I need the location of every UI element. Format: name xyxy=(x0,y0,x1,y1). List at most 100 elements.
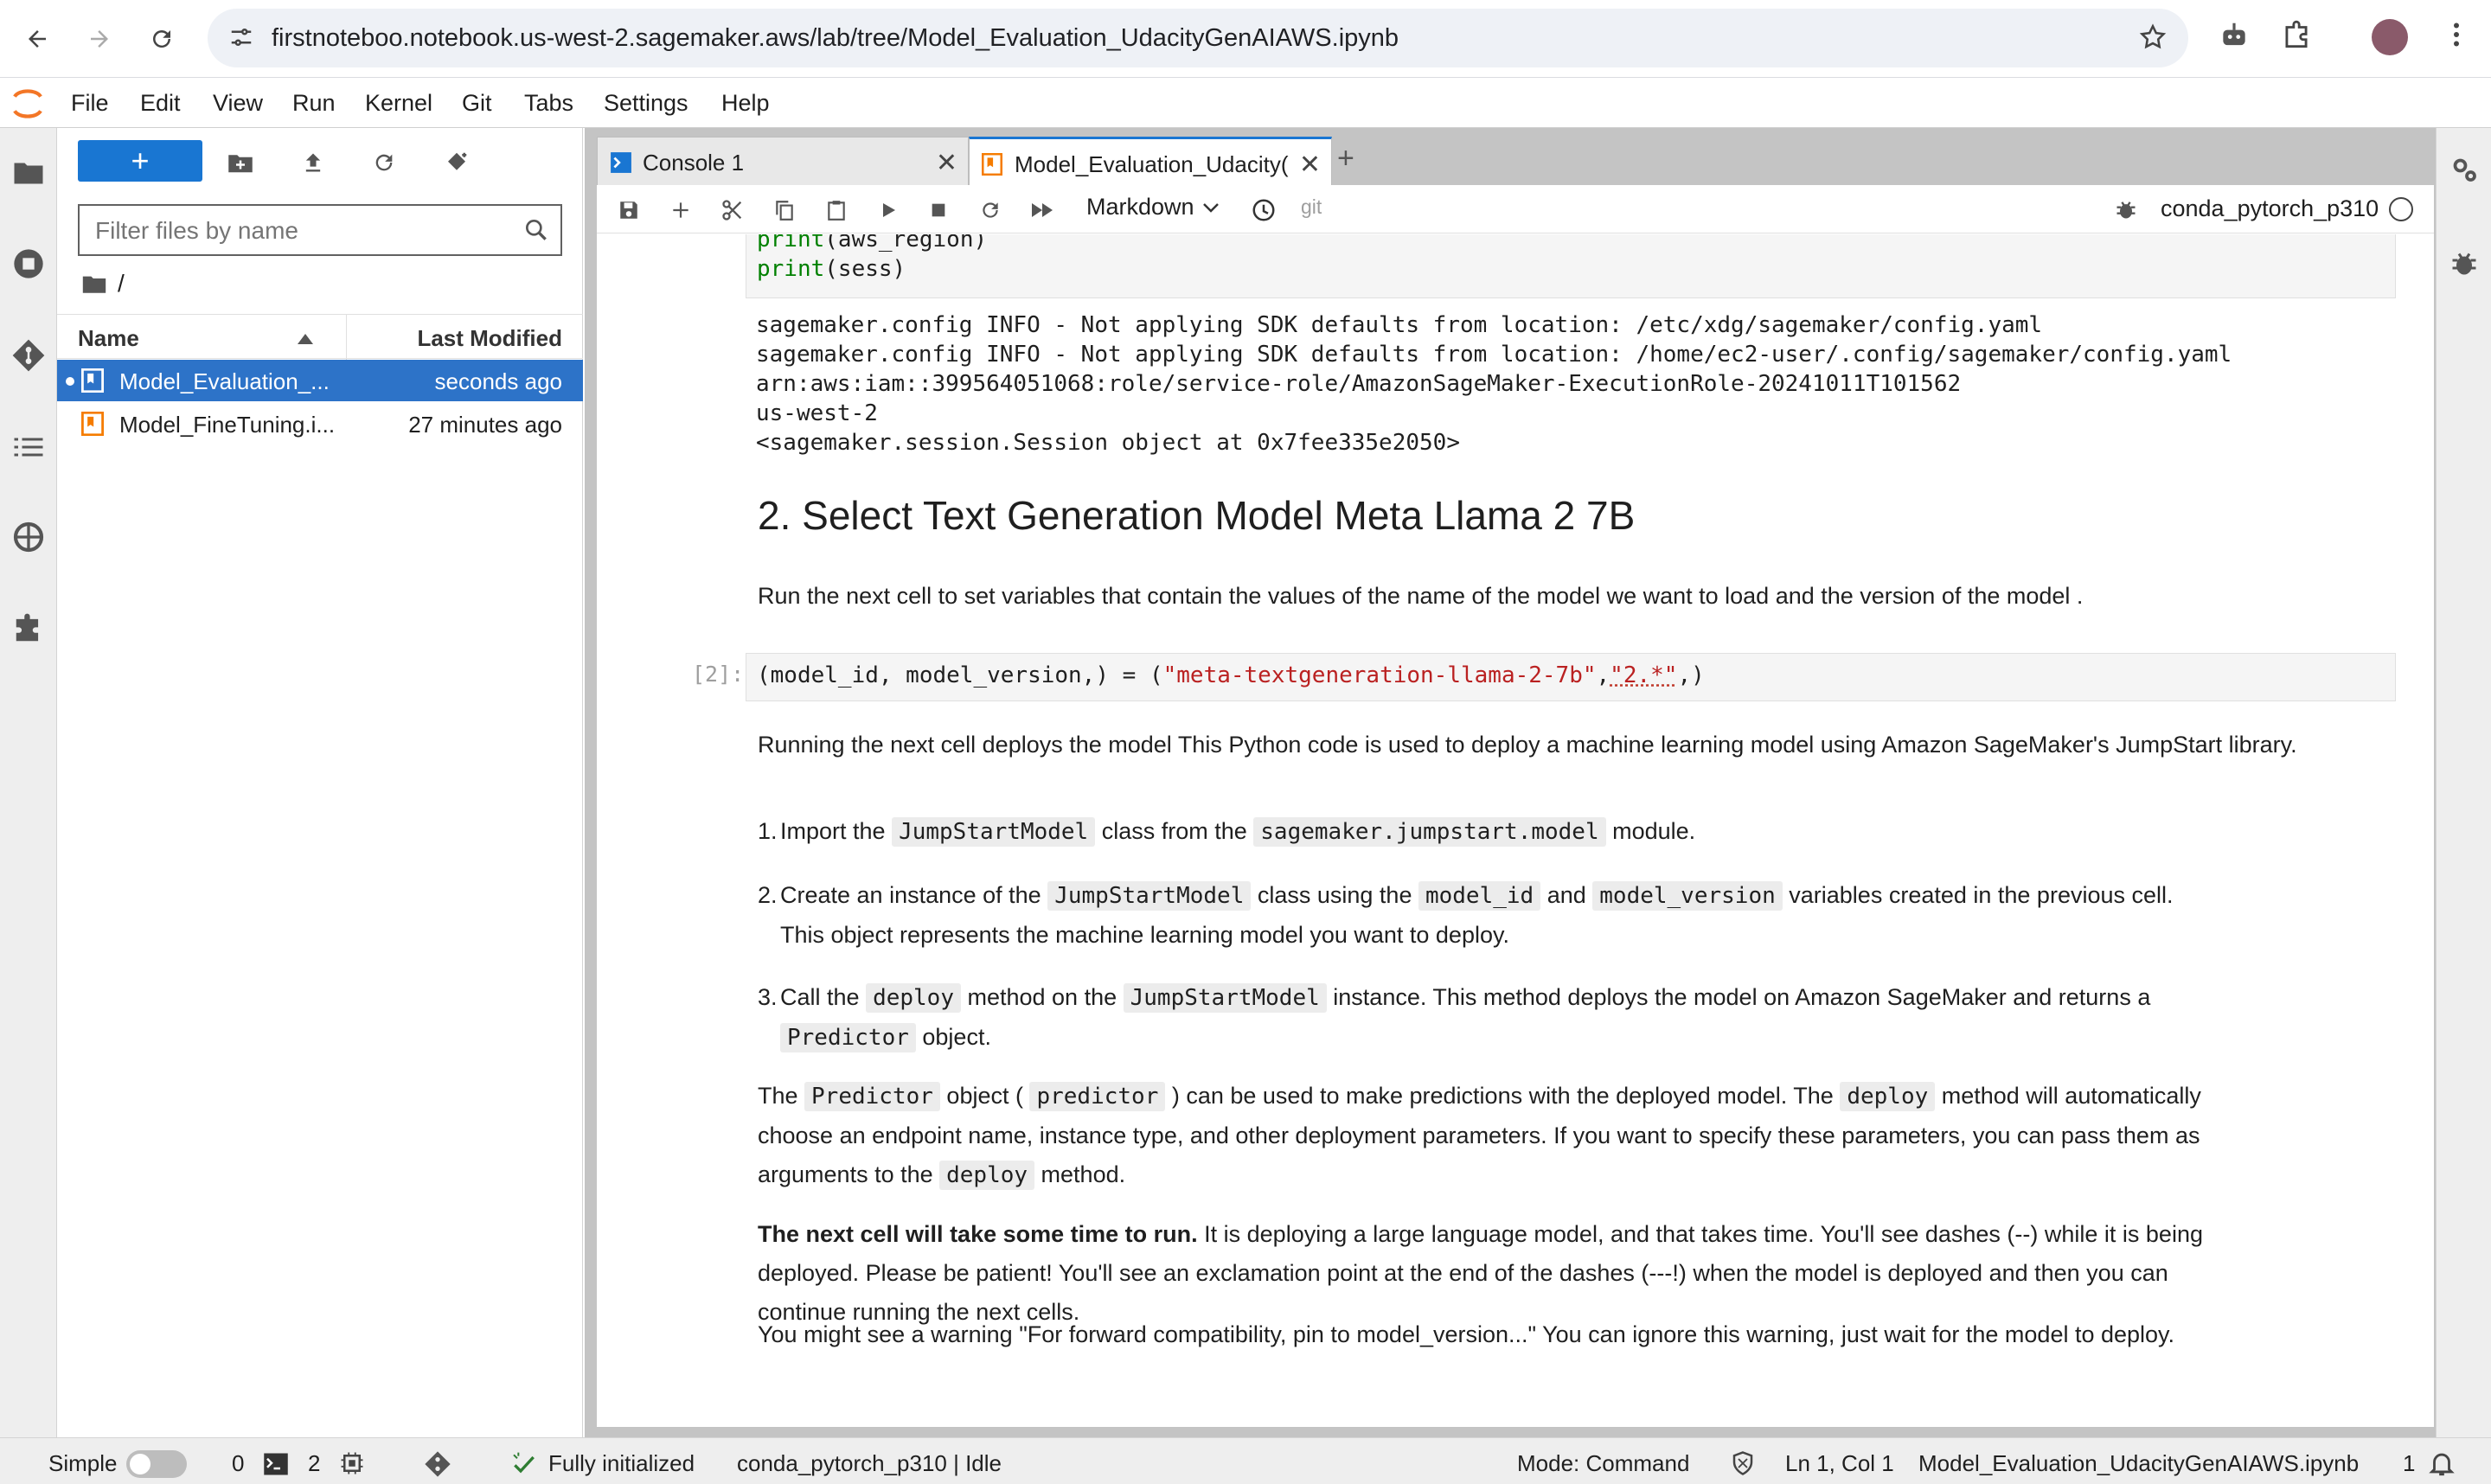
modified-dot xyxy=(66,377,74,386)
output-line: sagemaker.config INFO - Not applying SDK… xyxy=(756,312,2043,338)
security-shield-icon[interactable] xyxy=(1730,1450,1756,1476)
upload-button[interactable] xyxy=(298,147,329,178)
menu-tabs[interactable]: Tabs xyxy=(524,90,573,117)
bookmark-star-icon[interactable] xyxy=(2138,22,2168,52)
file-browser-tab[interactable] xyxy=(10,154,47,190)
code-text: (sess) xyxy=(824,256,906,282)
cell-type-select[interactable]: Markdown xyxy=(1086,194,1194,221)
notebook-cells[interactable]: print(aws_region) print(sess) sagemaker.… xyxy=(597,234,2422,1427)
interrupt-button[interactable] xyxy=(925,197,951,223)
main-work-area: Console 1 ✕ Model_Evaluation_Udacity( ✕ … xyxy=(585,128,2436,1437)
profile-avatar[interactable] xyxy=(2372,19,2408,55)
paste-button[interactable] xyxy=(823,197,849,223)
running-kernels-tab[interactable] xyxy=(10,246,47,282)
notebook-icon xyxy=(982,153,1002,176)
editor-mode: Mode: Command xyxy=(1517,1450,1690,1476)
notification-count[interactable]: 1 xyxy=(2403,1450,2415,1477)
tab-model-evaluation[interactable]: Model_Evaluation_Udacity( ✕ xyxy=(969,137,1332,187)
table-of-contents-tab[interactable] xyxy=(10,429,47,465)
forward-button[interactable] xyxy=(78,17,121,61)
site-settings-icon[interactable] xyxy=(228,24,254,50)
column-divider[interactable] xyxy=(346,315,347,360)
new-folder-button[interactable] xyxy=(225,147,256,178)
clipboard-icon xyxy=(828,201,845,221)
cursor-position[interactable]: Ln 1, Col 1 xyxy=(1785,1450,1894,1477)
menu-help[interactable]: Help xyxy=(721,90,770,117)
insert-cell-button[interactable] xyxy=(668,197,694,223)
file-modified: 27 minutes ago xyxy=(408,412,562,438)
debugger-bug-icon[interactable] xyxy=(2114,197,2138,221)
git-clone-icon xyxy=(448,152,467,170)
new-launcher-button[interactable]: + xyxy=(78,140,202,182)
column-modified-header[interactable]: Last Modified xyxy=(417,325,562,352)
kernel-name[interactable]: conda_pytorch_p310 xyxy=(2161,195,2379,222)
initialized-check-icon xyxy=(513,1452,535,1474)
restart-icon xyxy=(983,202,998,218)
git-icon xyxy=(12,339,45,372)
cut-button[interactable] xyxy=(720,197,746,223)
git-status-icon[interactable] xyxy=(424,1450,451,1478)
git-tab[interactable] xyxy=(10,337,47,374)
extension-manager-tab[interactable] xyxy=(10,611,47,647)
more-menu-icon[interactable] xyxy=(2441,19,2472,50)
bell-icon[interactable] xyxy=(2427,1449,2456,1478)
run-button[interactable] xyxy=(875,197,901,223)
address-bar[interactable]: firstnoteboo.notebook.us-west-2.sagemake… xyxy=(208,9,2188,67)
refresh-button[interactable] xyxy=(368,147,400,178)
filter-files-input[interactable] xyxy=(95,217,510,245)
terminal-icon[interactable] xyxy=(263,1452,289,1476)
git-label[interactable]: git xyxy=(1301,195,1322,219)
init-status[interactable]: Fully initialized xyxy=(548,1450,695,1477)
kernel-status[interactable]: conda_pytorch_p310 | Idle xyxy=(737,1450,1002,1477)
breadcrumb-path[interactable]: / xyxy=(118,270,125,297)
debugger-icon[interactable] xyxy=(2449,247,2480,278)
history-button[interactable] xyxy=(1251,197,1277,223)
list-item: 3. Call the deploy method on the JumpStar… xyxy=(758,983,2151,1052)
cpu-icon[interactable] xyxy=(339,1450,365,1476)
file-row[interactable]: Model_Evaluation_... seconds ago xyxy=(57,360,583,401)
menu-view[interactable]: View xyxy=(213,90,263,117)
close-icon[interactable]: ✕ xyxy=(1299,150,1321,180)
terminal-count[interactable]: 0 xyxy=(232,1450,244,1477)
search-icon xyxy=(526,219,547,240)
menu-kernel[interactable]: Kernel xyxy=(365,90,432,117)
sagemaker-tab[interactable] xyxy=(10,519,47,555)
extensions-puzzle-icon[interactable] xyxy=(2280,19,2313,52)
menu-edit[interactable]: Edit xyxy=(140,90,181,117)
code-cell[interactable]: (model_id, model_version,) = ("meta-text… xyxy=(746,653,2396,701)
restart-run-all-button[interactable] xyxy=(1029,197,1055,223)
notebook-panel: Markdown git conda_pytorch_p310 print(aw… xyxy=(597,185,2434,1427)
code-text: (model_id, model_version,) = ( xyxy=(757,662,1163,688)
file-row[interactable]: Model_FineTuning.i... 27 minutes ago xyxy=(57,403,583,445)
menu-settings[interactable]: Settings xyxy=(604,90,688,117)
add-tab-button[interactable]: + xyxy=(1337,142,1354,176)
refresh-icon xyxy=(375,154,393,171)
copy-icon xyxy=(776,201,793,221)
copy-button[interactable] xyxy=(772,197,797,223)
extension-bot-icon[interactable] xyxy=(2218,19,2251,52)
menu-file[interactable]: File xyxy=(71,90,109,117)
menu-git[interactable]: Git xyxy=(462,90,492,117)
git-clone-button[interactable] xyxy=(441,147,472,178)
column-name-header[interactable]: Name xyxy=(78,325,139,352)
simple-mode-toggle[interactable] xyxy=(126,1450,187,1478)
reload-button[interactable] xyxy=(140,17,183,61)
menu-run[interactable]: Run xyxy=(292,90,336,117)
arrow-left-icon xyxy=(29,30,46,48)
markdown-paragraph: Running the next cell deploys the model … xyxy=(758,732,2297,758)
restart-button[interactable] xyxy=(977,197,1003,223)
kernel-status-icon xyxy=(2389,197,2413,221)
close-icon[interactable]: ✕ xyxy=(936,148,957,178)
chevron-down-icon[interactable] xyxy=(1202,202,1220,214)
property-inspector-icon[interactable] xyxy=(2449,154,2480,185)
kernel-count[interactable]: 2 xyxy=(308,1450,320,1477)
output-line: us-west-2 xyxy=(756,400,878,426)
save-button[interactable] xyxy=(616,197,642,223)
code-cell[interactable]: print(aws_region) print(sess) xyxy=(746,234,2396,298)
markdown-paragraph: The next cell will take some time to run… xyxy=(758,1221,2203,1325)
filter-files-box[interactable] xyxy=(78,204,562,256)
tab-console-1[interactable]: Console 1 ✕ xyxy=(597,137,969,185)
folder-home-icon[interactable] xyxy=(81,273,107,294)
upload-icon xyxy=(305,153,321,172)
back-button[interactable] xyxy=(16,17,59,61)
